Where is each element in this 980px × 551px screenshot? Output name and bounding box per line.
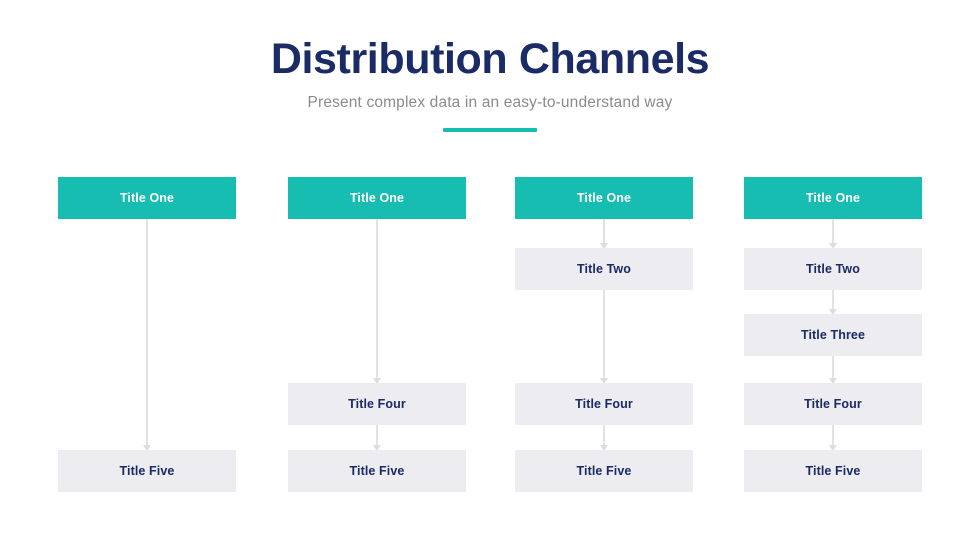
flow-node-2-2[interactable]: Title Four [288, 383, 466, 425]
connector-arrow-4-4 [829, 425, 837, 451]
flow-node-2-3[interactable]: Title Five [288, 450, 466, 492]
flow-node-label: Title Five [119, 464, 175, 478]
flow-node-4-2[interactable]: Title Two [744, 248, 922, 290]
flow-node-label: Title One [576, 191, 632, 205]
flow-node-4-1[interactable]: Title One [744, 177, 922, 219]
flow-node-label: Title Two [806, 262, 860, 276]
flow-node-1-2[interactable]: Title Five [58, 450, 236, 492]
flow-node-3-4[interactable]: Title Five [515, 450, 693, 492]
connector-arrow-2-1 [373, 219, 381, 384]
flow-node-4-5[interactable]: Title Five [744, 450, 922, 492]
flow-node-2-1[interactable]: Title One [288, 177, 466, 219]
connector-arrow-4-3 [829, 356, 837, 384]
flow-node-label: Title Four [575, 397, 633, 411]
connector-arrow-3-2 [600, 290, 608, 384]
flow-node-label: Title Two [577, 262, 631, 276]
flow-node-label: Title Five [349, 464, 405, 478]
flow-node-label: Title Three [800, 328, 866, 342]
flow-node-label: Title Four [804, 397, 862, 411]
connector-arrow-3-3 [600, 425, 608, 451]
flow-column-1: Title One Title Five [58, 177, 236, 493]
flow-node-3-3[interactable]: Title Four [515, 383, 693, 425]
flow-column-3: Title One Title Two Title Four Title Five [515, 177, 693, 493]
flow-node-label: Title One [119, 191, 175, 205]
slide-canvas: Distribution Channels Present complex da… [0, 0, 980, 551]
flow-node-label: Title One [349, 191, 405, 205]
page-title: Distribution Channels [270, 35, 710, 83]
flow-node-label: Title Five [805, 464, 861, 478]
flow-node-label: Title Five [576, 464, 632, 478]
flow-node-4-3[interactable]: Title Three [744, 314, 922, 356]
flow-node-1-1[interactable]: Title One [58, 177, 236, 219]
flow-column-4: Title One Title Two Title Three Title Four T… [744, 177, 922, 493]
flow-column-2: Title One Title Four Title Five [288, 177, 466, 493]
flow-node-4-4[interactable]: Title Four [744, 383, 922, 425]
connector-arrow-3-1 [600, 219, 608, 249]
flow-diagram: Title One Title Five Title One Title Four Ti… [0, 177, 980, 497]
connector-arrow-1-1 [143, 219, 151, 451]
connector-arrow-4-2 [829, 290, 837, 315]
flow-node-label: Title Four [348, 397, 406, 411]
slide-header: Distribution Channels Present complex da… [0, 35, 980, 133]
flow-node-3-1[interactable]: Title One [515, 177, 693, 219]
title-underline-rule [443, 128, 537, 133]
flow-node-3-2[interactable]: Title Two [515, 248, 693, 290]
page-subtitle: Present complex data in an easy-to-under… [307, 94, 673, 112]
connector-arrow-4-1 [829, 219, 837, 249]
flow-node-label: Title One [805, 191, 861, 205]
connector-arrow-2-2 [373, 425, 381, 451]
